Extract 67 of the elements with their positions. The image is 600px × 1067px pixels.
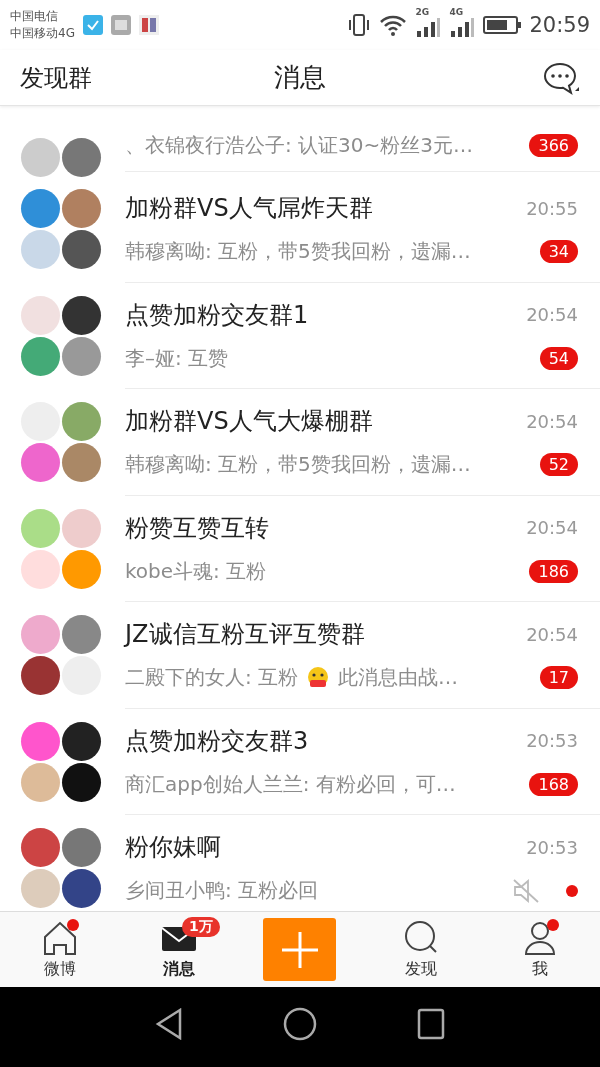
tab-label: 发现 <box>404 959 437 980</box>
page-title: 消息 <box>274 61 326 94</box>
group-name: 点赞加粉交友群1 <box>125 299 310 331</box>
group-name: 粉你妹啊 <box>125 832 222 864</box>
message-preview: 韩穆离呦: 互粉，带5赞我回粉，遗漏… <box>125 238 471 266</box>
group-name: 加粉群VS人气屌炸天群 <box>125 193 374 225</box>
chat-bubble-icon[interactable] <box>542 60 580 95</box>
message-preview: 此消息由战… <box>338 664 459 692</box>
tab-label: 微博 <box>43 959 76 980</box>
unread-count: 1万 <box>182 917 220 937</box>
conversation-item[interactable]: 加粉群VS人气大爆棚群 20:54 韩穆离呦: 互粉，带5赞我回粉，遗漏… 52 <box>0 389 600 496</box>
message-preview: 二殿下的女人: 互粉 <box>125 664 299 692</box>
message-time: 20:54 <box>526 304 578 326</box>
unread-count: 17 <box>539 666 578 690</box>
plus-icon <box>281 931 318 968</box>
conversation-item[interactable]: 点赞加粉交友群1 20:54 李–娅: 互赞 54 <box>0 282 600 389</box>
network-type-label: 2G <box>415 7 430 17</box>
carrier-name: 中国移动4G <box>10 25 75 42</box>
wifi-icon <box>379 14 408 36</box>
group-name: JZ诚信互粉互评互赞群 <box>125 619 366 651</box>
conversation-item[interactable]: JZ诚信互粉互评互赞群 20:54 二殿下的女人: 互粉 此消息由战… 17 <box>0 602 600 709</box>
vibrate-icon <box>347 13 372 37</box>
message-preview: 商汇app创始人兰兰: 有粉必回，可… <box>125 770 456 798</box>
app-notification-icon <box>110 15 131 35</box>
message-time: 20:55 <box>526 197 578 219</box>
discover-groups-link[interactable]: 发现群 <box>20 61 92 94</box>
carrier-name: 中国电信 <box>10 8 59 25</box>
conversation-item[interactable]: 点赞加粉交友群3 20:53 商汇app创始人兰兰: 有粉必回，可… 168 <box>0 708 600 815</box>
unread-dot <box>566 884 578 897</box>
unread-count: 34 <box>539 240 578 264</box>
conversation-item[interactable]: 、衣锦夜行浩公子: 认证30~粉丝3元… 366 <box>0 106 600 176</box>
unread-count: 366 <box>529 134 578 157</box>
message-preview: kobe斗魂: 互粉 <box>125 557 267 585</box>
tab-bar-item[interactable]: 微博 <box>24 919 95 980</box>
signal-icon <box>449 17 476 37</box>
back-icon[interactable] <box>155 1008 183 1040</box>
message-time: 20:53 <box>526 836 578 858</box>
message-time: 20:54 <box>526 410 578 432</box>
message-preview: 李–娅: 互赞 <box>125 344 229 372</box>
app-notification-icon <box>82 15 103 35</box>
unread-count: 52 <box>539 453 578 477</box>
battery-icon <box>483 16 522 34</box>
recent-apps-icon[interactable] <box>417 1008 445 1040</box>
tab-label: 我 <box>532 959 549 980</box>
home-button-icon[interactable] <box>283 1007 317 1041</box>
tab-bar-item[interactable]: 发现 <box>385 919 456 980</box>
conversation-item[interactable]: 加粉群VS人气屌炸天群 20:55 韩穆离呦: 互粉，带5赞我回粉，遗漏… 34 <box>0 176 600 283</box>
clock-time: 20:59 <box>529 13 590 37</box>
message-time: 20:54 <box>526 623 578 645</box>
app-notification-icon <box>138 15 159 35</box>
unread-count: 54 <box>539 346 578 370</box>
unread-count: 168 <box>529 772 578 796</box>
conversation-item[interactable]: 粉赞互赞互转 20:54 kobe斗魂: 互粉 186 <box>0 495 600 602</box>
tab-label: 消息 <box>163 959 196 980</box>
message-time: 20:53 <box>526 730 578 752</box>
message-time: 20:54 <box>526 517 578 539</box>
message-preview: 、衣锦夜行浩公子: 认证30~粉丝3元… <box>125 132 474 159</box>
message-preview: 乡间丑小鸭: 互粉必回 <box>125 877 319 905</box>
group-name: 加粉群VS人气大爆棚群 <box>125 406 374 438</box>
group-name: 粉赞互赞互转 <box>125 512 270 544</box>
signal-icon <box>415 17 442 37</box>
group-name: 点赞加粉交友群3 <box>125 725 310 757</box>
message-preview: 韩穆离呦: 互粉，带5赞我回粉，遗漏… <box>125 451 471 479</box>
network-type-label: 4G <box>449 7 464 17</box>
emoji-icon <box>306 665 331 690</box>
unread-count: 186 <box>529 559 578 583</box>
tab-bar-item[interactable]: 我 <box>505 919 576 980</box>
